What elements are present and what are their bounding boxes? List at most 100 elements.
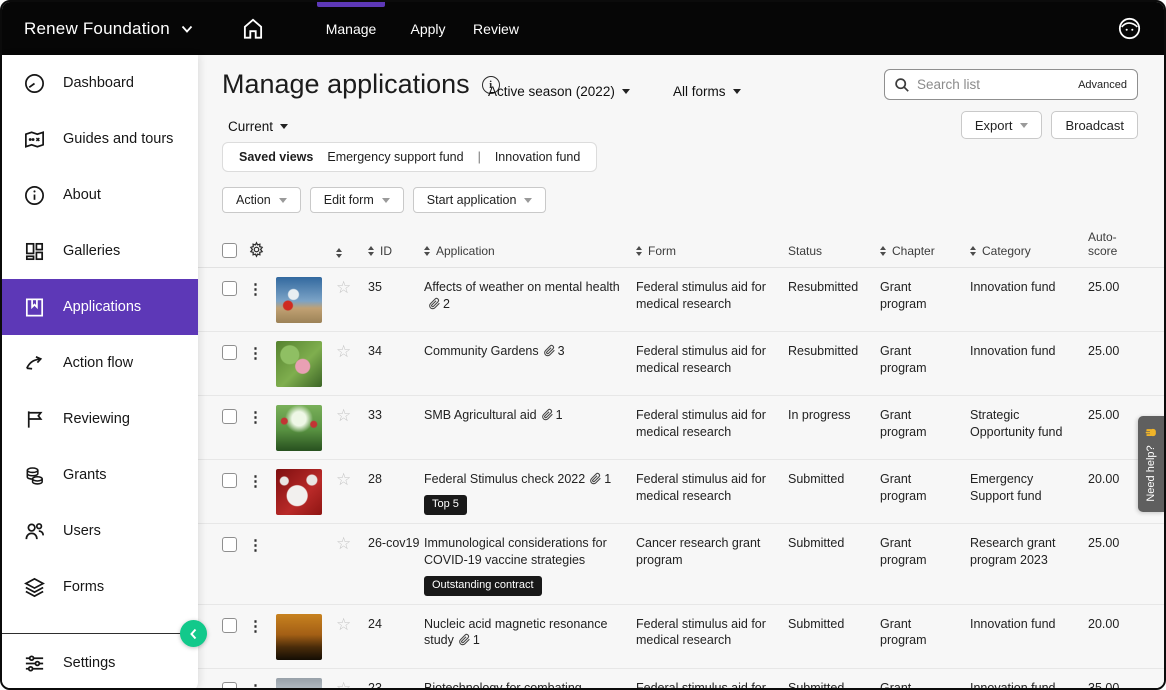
- form-name: Federal stimulus aid for medical researc…: [636, 407, 788, 441]
- row-menu-button[interactable]: ⋮: [248, 616, 276, 637]
- favorite-star-icon[interactable]: ☆: [336, 614, 368, 637]
- attachment-icon: [458, 633, 471, 646]
- edit-form-dropdown[interactable]: Edit form: [310, 187, 404, 213]
- export-button[interactable]: Export: [961, 111, 1043, 139]
- attachment-count: 2: [443, 297, 450, 311]
- row-menu-button[interactable]: ⋮: [248, 680, 276, 690]
- saved-view-emergency-support-fund[interactable]: Emergency support fund: [327, 150, 463, 164]
- sidebar-item-guides-and-tours[interactable]: Guides and tours: [2, 111, 198, 167]
- auto-score: 20.00: [1088, 471, 1142, 488]
- sidebar-collapse-button[interactable]: [180, 620, 207, 647]
- home-button[interactable]: [240, 2, 266, 55]
- row-menu-button[interactable]: ⋮: [248, 471, 276, 492]
- action-dropdown[interactable]: Action: [222, 187, 301, 213]
- row-checkbox[interactable]: [222, 537, 237, 552]
- account-menu-button[interactable]: [1117, 16, 1142, 46]
- column-header-form[interactable]: Form: [636, 244, 788, 258]
- column-header-category[interactable]: Category: [970, 244, 1088, 258]
- waving-hand-icon: [1145, 426, 1158, 439]
- home-icon: [240, 16, 266, 42]
- forms-filter-dropdown[interactable]: All forms: [673, 84, 741, 99]
- sidebar-item-users[interactable]: Users: [2, 503, 198, 559]
- row-checkbox[interactable]: [222, 473, 237, 488]
- attachment-icon: [543, 344, 556, 357]
- sidebar-item-forms[interactable]: Forms: [2, 559, 198, 615]
- category: Innovation fund: [970, 279, 1088, 296]
- forms-icon: [23, 576, 46, 599]
- broadcast-button[interactable]: Broadcast: [1051, 111, 1138, 139]
- row-checkbox[interactable]: [222, 618, 237, 633]
- users-icon: [23, 520, 46, 543]
- row-checkbox[interactable]: [222, 345, 237, 360]
- caret-down-icon: [733, 89, 741, 94]
- chapter: Grant program: [880, 616, 970, 650]
- reviewing-icon: [23, 408, 46, 431]
- chapter: Grant program: [880, 279, 970, 313]
- application-title[interactable]: Immunological considerations for COVID-1…: [424, 536, 607, 567]
- status: Resubmitted: [788, 279, 880, 296]
- account-icon: [1117, 16, 1142, 41]
- sidebar-item-about[interactable]: About: [2, 167, 198, 223]
- view-filter-dropdown[interactable]: Current: [228, 119, 288, 134]
- row-menu-button[interactable]: ⋮: [248, 279, 276, 300]
- row-menu-button[interactable]: ⋮: [248, 343, 276, 364]
- application-title[interactable]: Community Gardens: [424, 344, 539, 358]
- favorite-star-icon[interactable]: ☆: [336, 678, 368, 690]
- sidebar-item-settings[interactable]: Settings: [2, 634, 198, 690]
- tab-review[interactable]: Review: [468, 2, 524, 55]
- tab-apply[interactable]: Apply: [406, 2, 450, 55]
- category: Innovation fund: [970, 680, 1088, 690]
- row-checkbox[interactable]: [222, 409, 237, 424]
- sidebar-item-grants[interactable]: Grants: [2, 447, 198, 503]
- favorite-star-icon[interactable]: ☆: [336, 277, 368, 300]
- sidebar-item-dashboard[interactable]: Dashboard: [2, 55, 198, 111]
- sidebar-item-applications[interactable]: Applications: [2, 279, 198, 335]
- attachment-icon: [589, 472, 602, 485]
- search-input[interactable]: [917, 77, 1071, 92]
- sidebar-item-reviewing[interactable]: Reviewing: [2, 391, 198, 447]
- status: Submitted: [788, 680, 880, 690]
- column-header-chapter[interactable]: Chapter: [880, 244, 970, 258]
- row-menu-button[interactable]: ⋮: [248, 407, 276, 428]
- season-filter-dropdown[interactable]: Active season (2022): [488, 84, 630, 99]
- application-title[interactable]: Affects of weather on mental health: [424, 280, 620, 294]
- guides-icon: [23, 128, 46, 151]
- row-checkbox[interactable]: [222, 682, 237, 690]
- need-help-tab[interactable]: Need help?: [1138, 416, 1164, 512]
- select-all-checkbox[interactable]: [222, 243, 237, 258]
- application-title[interactable]: Federal Stimulus check 2022: [424, 472, 585, 486]
- org-switcher[interactable]: Renew Foundation: [24, 2, 194, 55]
- caret-down-icon: [622, 89, 630, 94]
- row-checkbox[interactable]: [222, 281, 237, 296]
- start-application-dropdown[interactable]: Start application: [413, 187, 547, 213]
- column-header-application[interactable]: Application: [424, 244, 636, 258]
- favorite-star-icon[interactable]: ☆: [336, 405, 368, 428]
- status: In progress: [788, 407, 880, 424]
- column-header-id[interactable]: ID: [368, 244, 424, 258]
- main-content: Manage applications i Active season (202…: [198, 55, 1164, 690]
- favorite-star-icon[interactable]: ☆: [336, 469, 368, 492]
- application-title[interactable]: SMB Agricultural aid: [424, 408, 537, 422]
- attachment-icon: [428, 297, 441, 310]
- column-settings-button[interactable]: [248, 241, 276, 258]
- org-name: Renew Foundation: [24, 19, 170, 39]
- sort-star-header[interactable]: [336, 248, 368, 259]
- application-title[interactable]: Biotechnology for combating climate chan…: [424, 681, 582, 690]
- top-navigation-bar: Renew Foundation Manage Apply Review: [2, 2, 1164, 55]
- grants-icon: [23, 464, 46, 487]
- sidebar-item-action-flow[interactable]: Action flow: [2, 335, 198, 391]
- application-thumbnail: [276, 277, 322, 323]
- chapter: Grant program: [880, 407, 970, 441]
- sidebar-item-galleries[interactable]: Galleries: [2, 223, 198, 279]
- row-menu-button[interactable]: ⋮: [248, 535, 276, 556]
- saved-views-label: Saved views: [239, 150, 313, 164]
- advanced-search-link[interactable]: Advanced: [1078, 79, 1127, 91]
- favorite-star-icon[interactable]: ☆: [336, 533, 368, 556]
- application-title[interactable]: Nucleic acid magnetic resonance study: [424, 617, 607, 648]
- category: Research grant program 2023: [970, 535, 1088, 569]
- favorite-star-icon[interactable]: ☆: [336, 341, 368, 364]
- tab-manage[interactable]: Manage: [317, 2, 385, 55]
- attachment-count: 1: [473, 633, 480, 647]
- saved-view-innovation-fund[interactable]: Innovation fund: [495, 150, 581, 164]
- caret-down-icon: [382, 198, 390, 203]
